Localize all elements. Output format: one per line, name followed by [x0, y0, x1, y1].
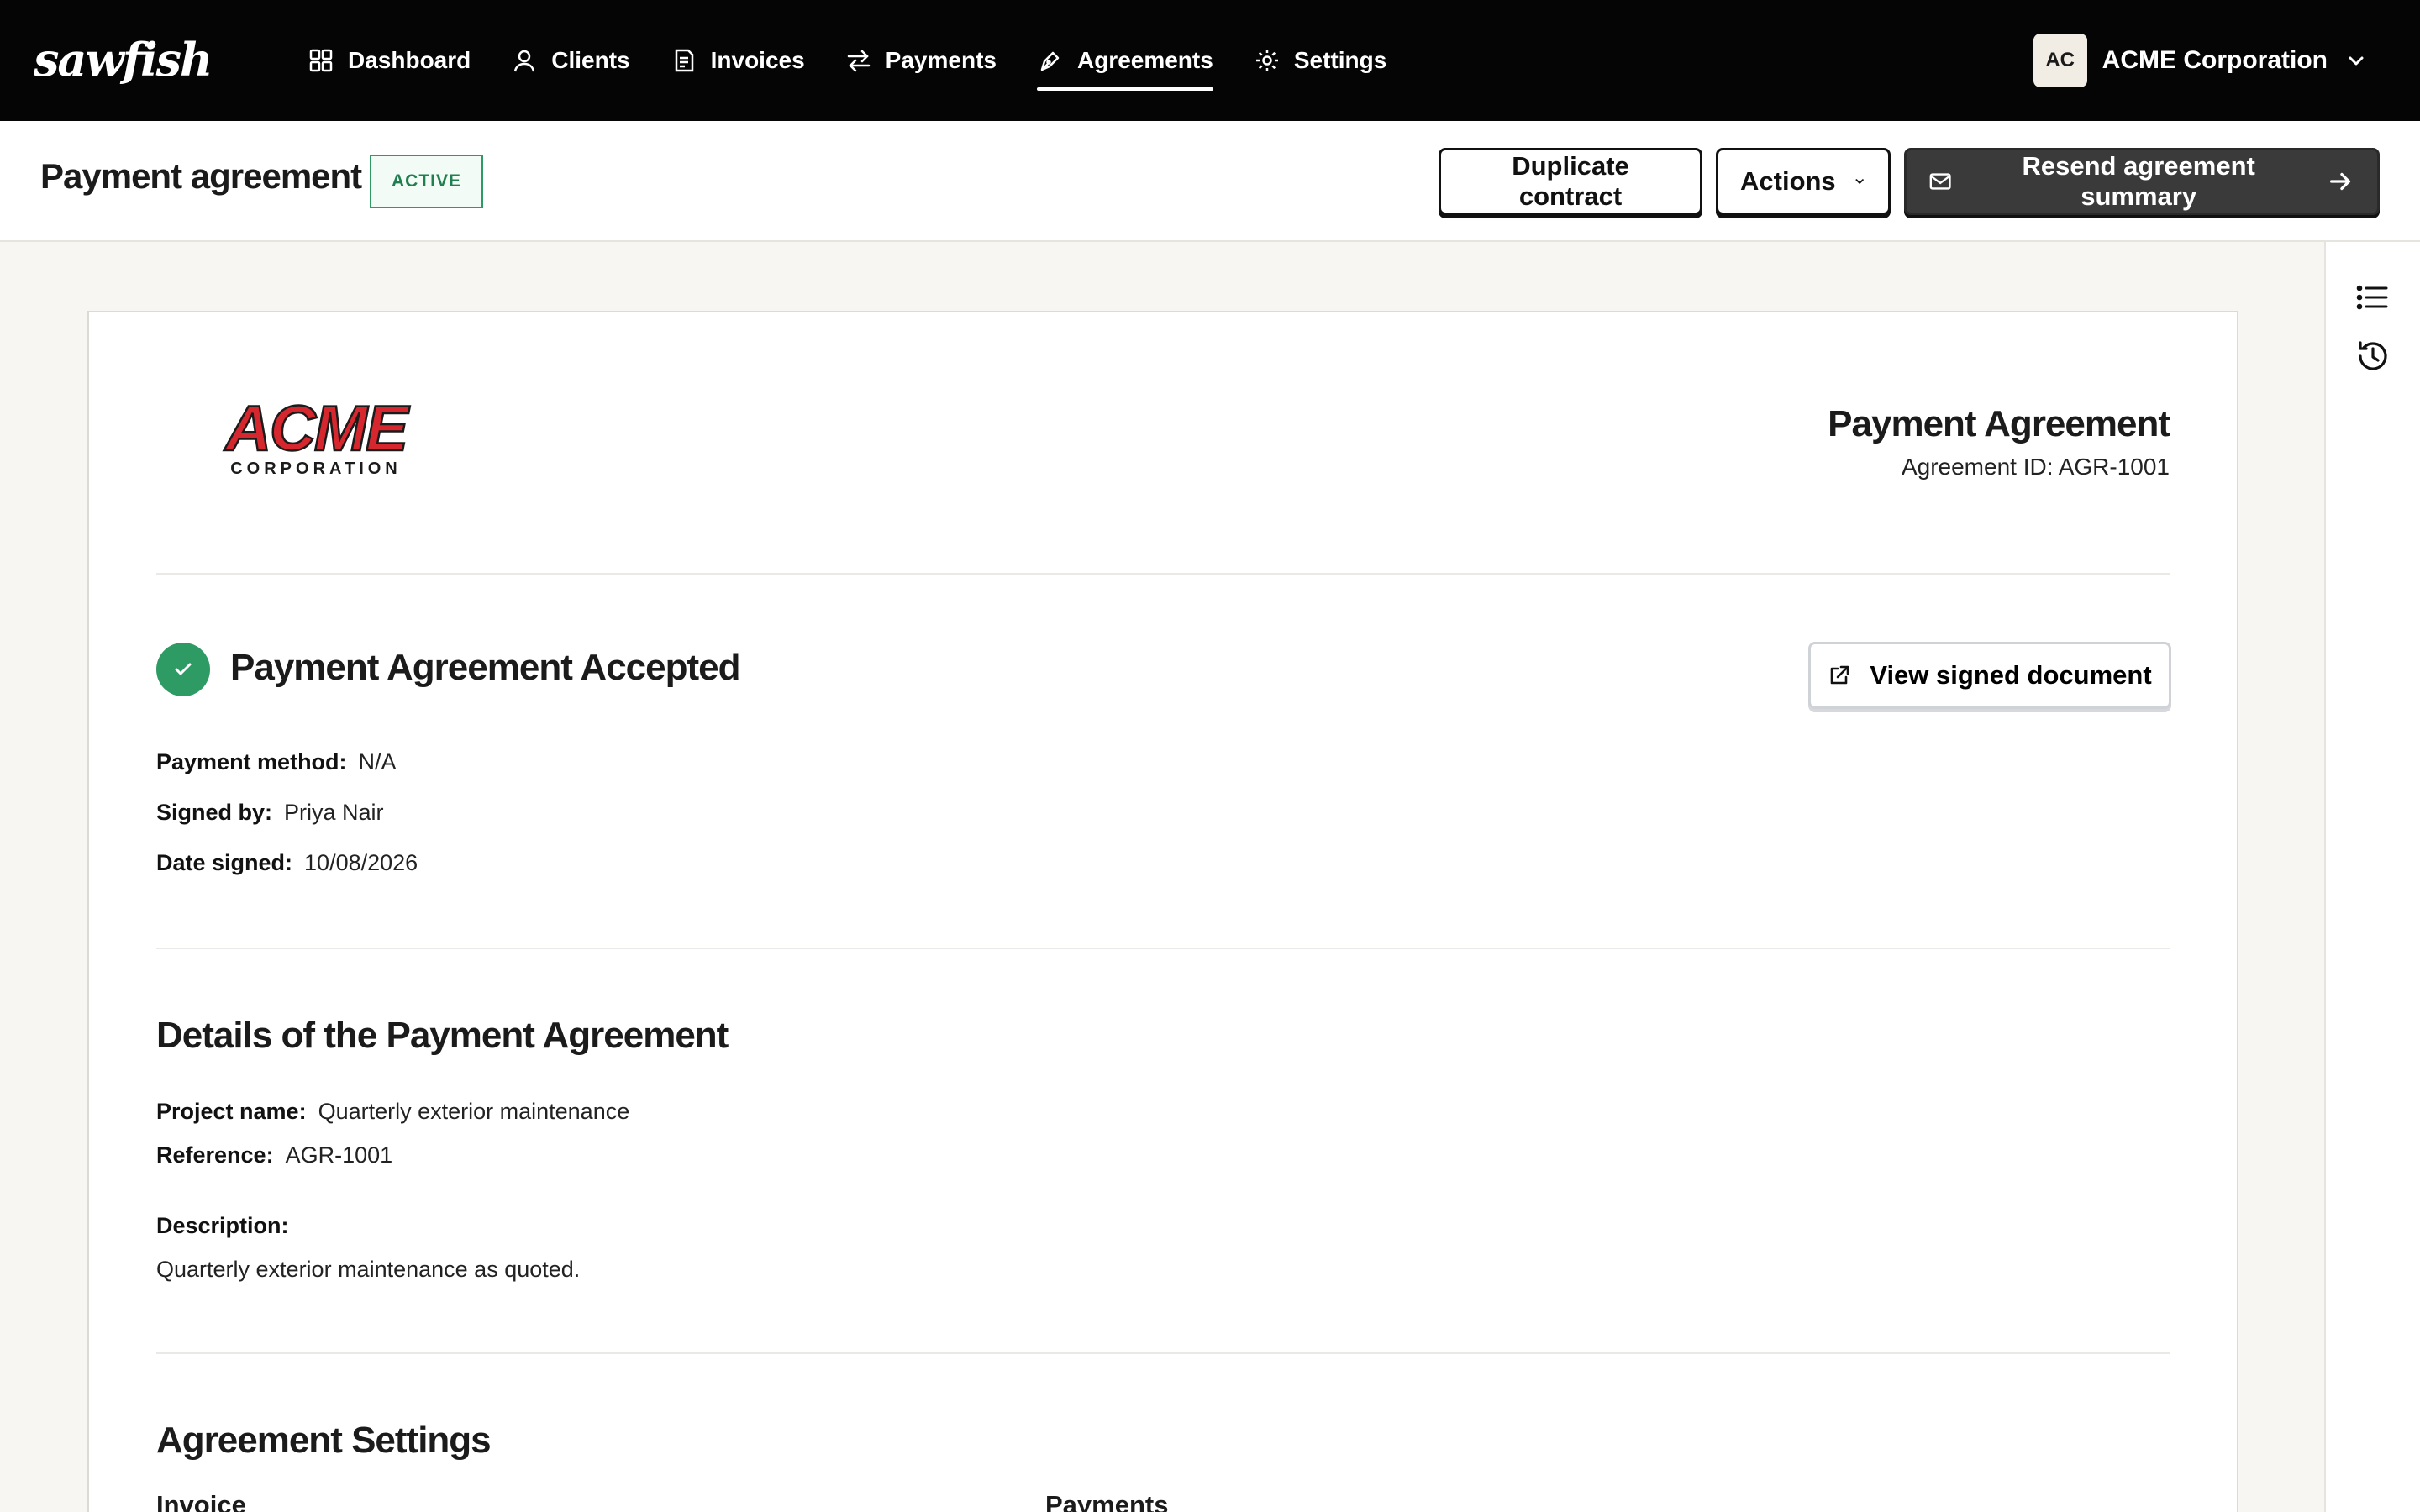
- nav-item-label: Invoices: [710, 47, 805, 73]
- signed-by-field: Signed by: Priya Nair: [156, 800, 384, 826]
- divider: [156, 948, 2170, 949]
- pen-icon: [1040, 51, 1060, 71]
- external-link-icon: [1831, 665, 1849, 685]
- agreement-id: Agreement ID: AGR-1001: [1901, 454, 2170, 480]
- reference-field: Reference: AGR-1001: [156, 1142, 392, 1168]
- settings-invoice-label: Invoice: [156, 1490, 246, 1512]
- mail-icon: [1929, 173, 1951, 190]
- nav-item-agreements[interactable]: Agreements: [1036, 0, 1213, 121]
- gear-icon: [1255, 50, 1278, 71]
- nav-item-label: Payments: [885, 47, 997, 73]
- date-signed-field: Date signed: 10/08/2026: [156, 850, 418, 876]
- reference-value: AGR-1001: [285, 1142, 393, 1168]
- nav-item-invoices[interactable]: Invoices: [671, 0, 805, 121]
- nav-item-label: Clients: [551, 47, 630, 73]
- acme-logo-sub: CORPORATION: [230, 459, 402, 478]
- resend-summary-button[interactable]: Resend agreement summary: [1904, 148, 2380, 215]
- org-name: ACME Corporation: [2102, 46, 2328, 74]
- divider: [156, 573, 2170, 575]
- nav-item-label: Dashboard: [348, 47, 471, 73]
- actions-label: Actions: [1740, 166, 1836, 196]
- nav-items: Dashboard Clients Invoices Payments Agre…: [308, 0, 1427, 121]
- view-signed-label: View signed document: [1870, 660, 2152, 690]
- nav-item-label: Agreements: [1076, 47, 1213, 73]
- status-badge: ACTIVE: [370, 155, 484, 208]
- date-signed-value: 10/08/2026: [304, 850, 418, 875]
- duplicate-contract-button[interactable]: Duplicate contract: [1439, 148, 1702, 215]
- view-signed-document-button[interactable]: View signed document: [1808, 642, 2171, 709]
- history-icon[interactable]: [2354, 338, 2391, 375]
- page-header: Payment agreement ACTIVE Duplicate contr…: [0, 121, 2420, 242]
- check-circle-icon: [156, 643, 210, 696]
- payment-method-field: Payment method: N/A: [156, 749, 397, 775]
- project-name-value: Quarterly exterior maintenance: [318, 1099, 630, 1124]
- org-avatar: AC: [2033, 34, 2087, 87]
- signed-by-label: Signed by:: [156, 800, 273, 825]
- nav-item-label: Settings: [1293, 47, 1387, 73]
- chevron-down-icon: [1855, 179, 1864, 184]
- payment-method-value: N/A: [358, 749, 397, 774]
- description-label: Description:: [156, 1213, 289, 1238]
- arrow-right-icon: [2330, 172, 2351, 191]
- acme-logo: ACME CORPORATION: [223, 396, 413, 478]
- document-title: Payment Agreement: [1828, 403, 2170, 444]
- signed-by-value: Priya Nair: [284, 800, 384, 825]
- accepted-title: Payment Agreement Accepted: [230, 647, 740, 688]
- divider: [156, 1352, 2170, 1354]
- nav-item-settings[interactable]: Settings: [1254, 0, 1386, 121]
- nav-item-dashboard[interactable]: Dashboard: [308, 0, 471, 121]
- payment-method-label: Payment method:: [156, 749, 347, 774]
- right-rail: [2324, 242, 2420, 1512]
- sawfish-logo[interactable]: sawfish: [34, 34, 260, 87]
- project-name-field: Project name: Quarterly exterior maintena…: [156, 1099, 629, 1125]
- description-value: Quarterly exterior maintenance as quoted…: [156, 1257, 581, 1282]
- settings-payments-label: Payments: [1045, 1490, 1169, 1512]
- list-icon[interactable]: [2354, 279, 2391, 316]
- logo-text: sawfish: [34, 34, 211, 87]
- settings-section-title: Agreement Settings: [156, 1420, 492, 1461]
- date-signed-label: Date signed:: [156, 850, 293, 875]
- actions-button[interactable]: Actions: [1716, 148, 1891, 215]
- invoice-icon: [675, 49, 693, 72]
- user-icon: [514, 50, 535, 72]
- grid-icon: [309, 49, 333, 72]
- top-nav: sawfish Dashboard Clients Invoices Payme…: [0, 0, 2420, 121]
- description-field: Description:: [156, 1213, 301, 1239]
- resend-label: Resend agreement summary: [2022, 151, 2255, 211]
- reference-label: Reference:: [156, 1142, 274, 1168]
- chevron-down-icon: [2349, 56, 2364, 66]
- swap-arrows-icon: [847, 50, 870, 72]
- org-switcher[interactable]: AC ACME Corporation: [2033, 34, 2368, 87]
- nav-item-clients[interactable]: Clients: [511, 0, 630, 121]
- project-name-label: Project name:: [156, 1099, 307, 1124]
- nav-item-payments[interactable]: Payments: [845, 0, 997, 121]
- details-section-title: Details of the Payment Agreement: [156, 1015, 729, 1056]
- acme-logo-main: ACME: [224, 396, 410, 465]
- page-title: Payment agreement: [40, 156, 362, 196]
- agreement-document: ACME CORPORATION Payment Agreement Agree…: [87, 311, 2238, 1512]
